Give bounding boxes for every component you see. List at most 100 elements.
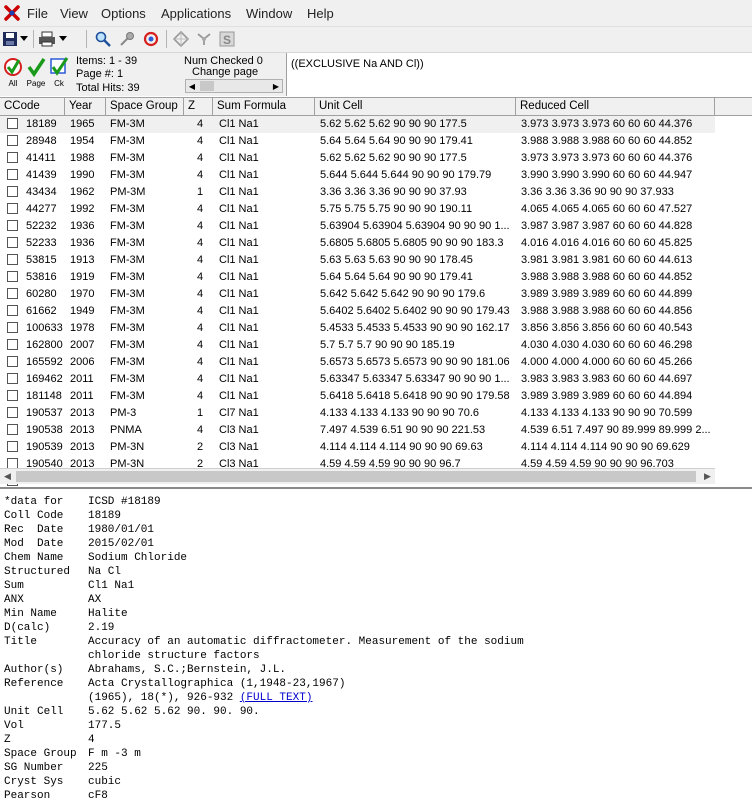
cell-z: 4: [197, 135, 204, 147]
cell-year: 2013: [70, 441, 95, 453]
scroll-left-arrow-icon[interactable]: ◀: [186, 80, 198, 92]
table-row[interactable]: 100633 1978 FM-3M 4 Cl1 Na1 5.4533 5.4533 5.4…: [0, 320, 715, 337]
column-header-sum-formula[interactable]: Sum Formula: [213, 98, 315, 115]
table-row[interactable]: 41439 1990 FM-3M 4 Cl1 Na1 5.644 5.644 5.644 …: [0, 167, 715, 184]
table-row[interactable]: 18189 1965 FM-3M 4 Cl1 Na1 5.62 5.62 5.62 90 …: [0, 116, 715, 133]
print-icon[interactable]: [37, 29, 57, 49]
row-checkbox[interactable]: [7, 271, 18, 282]
check-all-button[interactable]: All: [2, 55, 24, 93]
print-dropdown-arrow-icon[interactable]: [57, 29, 69, 49]
change-page-thumb[interactable]: [200, 81, 214, 91]
pin-icon[interactable]: [117, 29, 137, 49]
detail-label: ANX: [4, 594, 24, 606]
row-checkbox[interactable]: [7, 169, 18, 180]
scroll-left-arrow-icon[interactable]: ◀: [0, 469, 15, 484]
detail-label: Space Group: [4, 748, 77, 760]
cell-year: 1962: [70, 186, 95, 198]
column-header-unit-cell[interactable]: Unit Cell: [315, 98, 516, 115]
cell-z: 4: [197, 322, 204, 334]
save-icon[interactable]: [0, 29, 20, 49]
table-row[interactable]: 41411 1988 FM-3M 4 Cl1 Na1 5.62 5.62 5.62 90 …: [0, 150, 715, 167]
detail-value: 2.19: [88, 622, 115, 634]
column-header-reduced-cell[interactable]: Reduced Cell: [516, 98, 715, 115]
table-row[interactable]: 190539 2013 PM-3N 2 Cl3 Na1 4.114 4.114 4.114…: [0, 439, 715, 456]
column-header-year[interactable]: Year: [65, 98, 106, 115]
column-header-space-group[interactable]: Space Group: [106, 98, 184, 115]
column-header-ccode[interactable]: CCode: [0, 98, 65, 115]
row-checkbox[interactable]: [7, 441, 18, 452]
row-checkbox[interactable]: [7, 322, 18, 333]
cell-ccode: 18189: [26, 118, 57, 130]
s-icon[interactable]: S: [217, 29, 237, 49]
cell-reduced-cell: 3.973 3.973 3.973 60 60 60 44.376: [521, 118, 693, 130]
row-checkbox[interactable]: [7, 186, 18, 197]
detail-line: Reference Acta Crystallographica (1,1948-…: [4, 677, 345, 691]
table-row[interactable]: 181148 2011 FM-3M 4 Cl1 Na1 5.6418 5.6418 5.6…: [0, 388, 715, 405]
row-checkbox[interactable]: [7, 220, 18, 231]
row-checkbox[interactable]: [7, 407, 18, 418]
row-checkbox[interactable]: [7, 373, 18, 384]
row-checkbox[interactable]: [7, 424, 18, 435]
table-row[interactable]: 53815 1913 FM-3M 4 Cl1 Na1 5.63 5.63 5.63 90 …: [0, 252, 715, 269]
detail-label: SG Number: [4, 762, 64, 774]
cell-unit-cell: 5.75 5.75 5.75 90 90 90 190.11: [320, 203, 473, 215]
row-checkbox[interactable]: [7, 339, 18, 350]
row-checkbox[interactable]: [7, 390, 18, 401]
menu-options[interactable]: Options: [101, 6, 146, 21]
table-row[interactable]: 169462 2011 FM-3M 4 Cl1 Na1 5.63347 5.63347 5…: [0, 371, 715, 388]
row-checkbox[interactable]: [7, 118, 18, 129]
scroll-right-arrow-icon[interactable]: ▶: [270, 80, 282, 92]
cell-space-group: FM-3M: [110, 203, 145, 215]
check-checked-button[interactable]: Ck: [48, 55, 70, 93]
cell-space-group: FM-3M: [110, 288, 145, 300]
refresh-icon[interactable]: [141, 29, 161, 49]
change-page-scrollbar[interactable]: ◀ ▶: [185, 79, 283, 93]
structure-icon[interactable]: [194, 29, 214, 49]
cell-sum-formula: Cl1 Na1: [219, 203, 259, 215]
menu-applications[interactable]: Applications: [161, 6, 231, 21]
row-checkbox[interactable]: [7, 203, 18, 214]
row-checkbox[interactable]: [7, 288, 18, 299]
row-checkbox[interactable]: [7, 135, 18, 146]
menu-window[interactable]: Window: [246, 6, 292, 21]
table-row[interactable]: 53816 1919 FM-3M 4 Cl1 Na1 5.64 5.64 5.64 90 …: [0, 269, 715, 286]
table-row[interactable]: 52233 1936 FM-3M 4 Cl1 Na1 5.6805 5.6805 5.68…: [0, 235, 715, 252]
cell-sum-formula: Cl1 Na1: [219, 373, 259, 385]
cell-ccode: 100633: [26, 322, 63, 334]
table-row[interactable]: 44277 1992 FM-3M 4 Cl1 Na1 5.75 5.75 5.75 90 …: [0, 201, 715, 218]
column-header-z[interactable]: Z: [184, 98, 213, 115]
detail-line: Author(s) Abrahams, S.C.;Bernstein, J.L.: [4, 663, 286, 677]
menu-view[interactable]: View: [60, 6, 88, 21]
menu-help[interactable]: Help: [307, 6, 334, 21]
menu-file[interactable]: File: [27, 6, 48, 21]
table-row[interactable]: 28948 1954 FM-3M 4 Cl1 Na1 5.64 5.64 5.64 90 …: [0, 133, 715, 150]
row-checkbox[interactable]: [7, 356, 18, 367]
table-row[interactable]: 190537 2013 PM-3 1 Cl7 Na1 4.133 4.133 4.133 …: [0, 405, 715, 422]
full-text-link[interactable]: (FULL TEXT): [240, 692, 313, 704]
toolbar-separator: [166, 30, 167, 48]
row-checkbox[interactable]: [7, 305, 18, 316]
table-row[interactable]: 190538 2013 PNMA 4 Cl3 Na1 7.497 4.539 6.51 9…: [0, 422, 715, 439]
cell-z: 4: [197, 118, 204, 130]
table-row[interactable]: 61662 1949 FM-3M 4 Cl1 Na1 5.6402 5.6402 5.64…: [0, 303, 715, 320]
row-checkbox[interactable]: [7, 152, 18, 163]
horizontal-scroll-thumb[interactable]: [16, 471, 696, 482]
table-horizontal-scrollbar[interactable]: ◀ ▶: [0, 468, 715, 484]
detail-value: 225: [88, 762, 108, 774]
row-checkbox[interactable]: [7, 254, 18, 265]
page-number: Page #: 1: [76, 68, 124, 80]
cell-reduced-cell: 3.983 3.983 3.983 60 60 60 44.697: [521, 373, 693, 385]
table-row[interactable]: 43434 1962 PM-3M 1 Cl1 Na1 3.36 3.36 3.36 90 …: [0, 184, 715, 201]
search-icon[interactable]: [93, 29, 113, 49]
table-row[interactable]: 52232 1936 FM-3M 4 Cl1 Na1 5.63904 5.63904 5.…: [0, 218, 715, 235]
save-dropdown-arrow-icon[interactable]: [18, 29, 30, 49]
table-row[interactable]: 60280 1970 FM-3M 4 Cl1 Na1 5.642 5.642 5.642 …: [0, 286, 715, 303]
table-row[interactable]: 165592 2006 FM-3M 4 Cl1 Na1 5.6573 5.6573 5.6…: [0, 354, 715, 371]
check-page-button[interactable]: Page: [25, 55, 47, 93]
scroll-right-arrow-icon[interactable]: ▶: [700, 469, 715, 484]
table-row[interactable]: 162800 2007 FM-3M 4 Cl1 Na1 5.7 5.7 5.7 90 90…: [0, 337, 715, 354]
crystal-icon[interactable]: [171, 29, 191, 49]
cell-unit-cell: 7.497 4.539 6.51 90 90 90 221.53: [320, 424, 486, 436]
row-checkbox[interactable]: [7, 237, 18, 248]
cell-year: 2013: [70, 424, 95, 436]
